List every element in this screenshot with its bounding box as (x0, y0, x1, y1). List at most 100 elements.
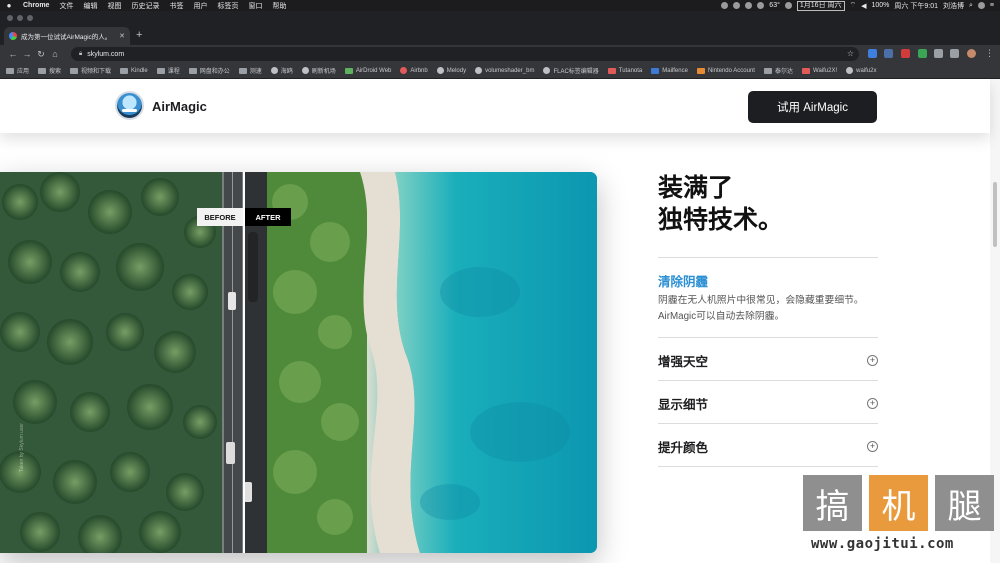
puzzle-icon[interactable] (950, 49, 959, 58)
bookmark-item[interactable]: volumeshader_bm (475, 67, 534, 74)
bookmark-item[interactable]: AirDroid Web (344, 67, 391, 74)
feature-dehaze-title[interactable]: 清除阴霾 (658, 271, 708, 290)
airmagic-logo-icon[interactable] (115, 91, 144, 120)
close-tab-icon[interactable]: ✕ (119, 32, 125, 40)
menu-history[interactable]: 历史记录 (126, 1, 164, 11)
apple-menu-icon[interactable]: ● (0, 1, 18, 10)
expand-plus-icon[interactable]: + (867, 354, 878, 366)
reload-icon[interactable]: ↻ (34, 49, 48, 60)
bookmark-item[interactable]: Kindle (120, 67, 148, 74)
brand-name[interactable]: AirMagic (152, 99, 207, 114)
site-header: AirMagic 试用 AirMagic (0, 79, 990, 133)
feature-enhance-sky[interactable]: 增强天空 + (658, 350, 878, 370)
bookmark-label: Mailfence (662, 67, 688, 74)
bookmark-item[interactable]: Mailfence (651, 67, 688, 74)
menu-view[interactable]: 视图 (102, 1, 126, 11)
menu-window[interactable]: 窗口 (243, 1, 267, 11)
before-after-photo[interactable]: BEFORE AFTER Taken by Skylum user (0, 172, 597, 553)
lock-icon[interactable]: 🔒︎ (79, 51, 82, 58)
feature-label: 显示细节 (658, 397, 709, 412)
feature-dehaze-description: 阴霾在无人机照片中很常见，会隐藏重要细节。AirMagic可以自动去除阴霾。 (658, 295, 864, 322)
bookmark-label: 应用 (17, 69, 30, 75)
bookmark-label: 视频和下载 (81, 69, 112, 75)
back-icon[interactable]: ← (6, 49, 20, 59)
tab-title: 成为第一位试试AirMagic的人。 (21, 34, 112, 41)
bookmark-item[interactable]: Melody (436, 67, 466, 74)
bookmark-item[interactable]: 泰尔达 (763, 66, 793, 75)
divider-line (658, 380, 878, 381)
extension-icon[interactable] (934, 49, 943, 58)
site-icon (301, 67, 309, 74)
bookmark-item[interactable]: 测速 (238, 66, 262, 75)
before-after-divider-handle[interactable] (243, 172, 245, 553)
try-airmagic-button[interactable]: 试用 AirMagic (748, 91, 877, 123)
menu-app-name[interactable]: Chrome (18, 2, 54, 9)
zoom-window-button[interactable] (27, 15, 33, 21)
bookmark-item[interactable]: 海鸥 (270, 66, 293, 75)
bookmark-star-icon[interactable]: ☆ (847, 49, 854, 58)
status-app-icon[interactable] (733, 2, 741, 9)
menu-file[interactable]: 文件 (54, 1, 78, 11)
status-app-icon[interactable] (784, 2, 792, 9)
control-center-icon[interactable]: ≡ (990, 2, 994, 9)
wechat-icon[interactable] (757, 2, 765, 9)
profile-avatar-icon[interactable] (967, 49, 976, 58)
bookmark-item[interactable]: Tutanota (607, 67, 642, 74)
spotlight-icon[interactable]: ⌕ (969, 2, 973, 10)
menu-help[interactable]: 帮助 (267, 1, 291, 11)
date-readout[interactable]: 1月16日 周六 (796, 0, 845, 11)
logo-drone-shape (122, 109, 137, 112)
apps-icon (6, 67, 14, 74)
bookmark-item[interactable]: 刷新机场 (301, 66, 336, 75)
extension-icon[interactable] (918, 49, 927, 58)
new-tab-icon[interactable]: + (136, 29, 142, 41)
clock-readout[interactable]: 周六 下午9:01 (894, 1, 938, 11)
browser-toolbar: ← → ↻ ⌂ 🔒︎ skylum.com ☆ ⋮ (0, 45, 1000, 63)
more-menu-icon[interactable]: ⋮ (985, 48, 994, 59)
menu-tab[interactable]: 标签页 (212, 1, 243, 11)
siri-icon[interactable] (977, 2, 985, 9)
user-name[interactable]: 刘浩博 (943, 1, 964, 11)
feature-reveal-details[interactable]: 显示细节 + (658, 393, 878, 413)
bookmark-item[interactable]: Nintendo Account (696, 67, 755, 74)
volume-icon[interactable]: ◀ (861, 2, 866, 10)
bookmark-item[interactable]: 应用 (6, 66, 29, 75)
photo-credit: Taken by Skylum user (19, 423, 25, 472)
bookmark-item[interactable]: FLAC标签编辑器 (543, 66, 599, 75)
folder-icon (188, 67, 197, 74)
scrollbar-thumb[interactable] (993, 182, 997, 247)
minimize-window-button[interactable] (17, 15, 23, 21)
battery-readout[interactable]: 100% (872, 2, 890, 9)
close-window-button[interactable] (7, 15, 13, 21)
extension-icon[interactable] (884, 49, 893, 58)
wifi-icon[interactable]: ⌔ (850, 1, 857, 10)
bookmark-item[interactable]: Waifu2X! (802, 67, 837, 74)
extension-icon[interactable] (901, 49, 910, 58)
address-bar[interactable]: 🔒︎ skylum.com ☆ (71, 47, 859, 61)
tutanota-icon (607, 67, 616, 74)
bookmark-label: Airbnb (410, 67, 428, 74)
menu-people[interactable]: 用户 (188, 1, 212, 11)
bookmark-item[interactable]: 视频和下载 (70, 66, 111, 75)
watermark-char: 腿 (935, 475, 994, 531)
bookmark-item[interactable]: 搜索 (38, 66, 61, 75)
bookmark-item[interactable]: Airbnb (400, 67, 428, 74)
feature-boost-color[interactable]: 提升颜色 + (658, 436, 878, 456)
url-text[interactable]: skylum.com (87, 51, 124, 58)
bookmark-item[interactable]: 课程 (156, 66, 180, 75)
forward-icon[interactable]: → (20, 49, 34, 59)
bookmark-item[interactable]: waifu2x (846, 67, 876, 74)
browser-tab-active[interactable]: 成为第一位试试AirMagic的人。 ✕ (4, 27, 130, 45)
site-icon (436, 67, 444, 74)
expand-plus-icon[interactable]: + (867, 397, 878, 409)
bookmark-item[interactable]: 网盘和办公 (188, 66, 230, 75)
menu-bookmarks[interactable]: 书签 (164, 1, 188, 11)
status-app-icon[interactable] (721, 2, 729, 9)
expand-plus-icon[interactable]: + (867, 440, 878, 452)
bookmark-label: 海鸥 (280, 69, 293, 75)
temperature-readout[interactable]: 63° (769, 2, 780, 9)
home-icon[interactable]: ⌂ (48, 49, 62, 59)
status-app-icon[interactable] (745, 2, 753, 9)
extension-icon[interactable] (868, 49, 877, 58)
menu-edit[interactable]: 编辑 (78, 1, 102, 11)
